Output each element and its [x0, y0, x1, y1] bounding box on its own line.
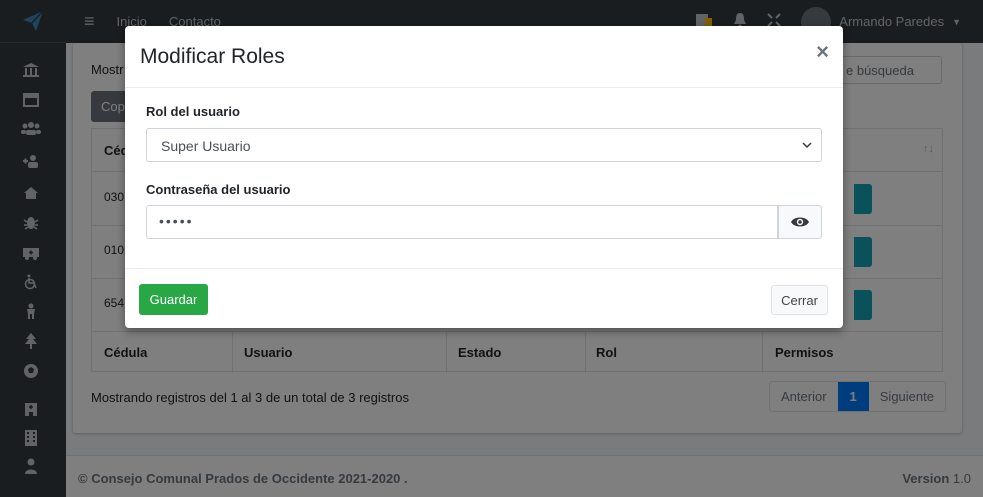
eye-icon	[791, 217, 809, 227]
modal-title: Modificar Roles	[140, 45, 285, 68]
modal-footer: Guardar Cerrar	[125, 268, 843, 328]
modal-header: Modificar Roles ×	[125, 26, 843, 88]
role-select[interactable]: Super Usuario	[146, 128, 822, 162]
password-label: Contraseña del usuario	[146, 182, 291, 197]
close-icon[interactable]: ×	[816, 41, 829, 63]
close-button[interactable]: Cerrar	[771, 285, 828, 315]
role-select-value: Super Usuario	[161, 138, 251, 154]
role-label: Rol del usuario	[146, 104, 240, 119]
save-button[interactable]: Guardar	[139, 284, 208, 315]
toggle-password-button[interactable]	[778, 205, 822, 239]
modify-roles-modal: Modificar Roles × Rol del usuario Super …	[125, 26, 843, 328]
chevron-down-icon	[801, 138, 813, 154]
password-input[interactable]: •••••	[146, 205, 778, 239]
